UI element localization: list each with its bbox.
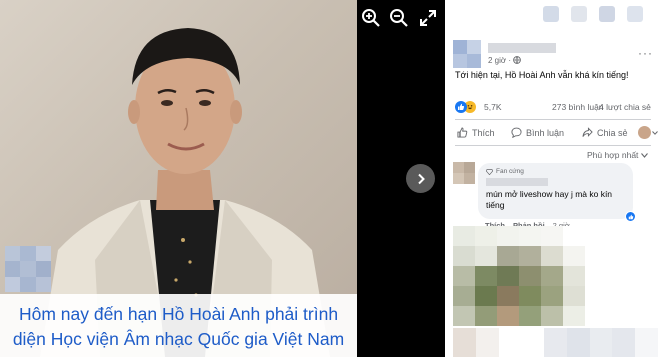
post-time-text: 2 giờ · [488,56,512,65]
share-icon [582,127,593,137]
post-stats: 5,7K 273 bình luận 4 lượt chia sẻ [455,101,655,115]
comment-like-badge[interactable] [625,211,636,222]
comment-button[interactable]: Bình luận [511,127,564,138]
more-options-button[interactable]: ··· [638,46,653,60]
share-label: Chia sẻ [597,127,628,138]
comment-sort-dropdown[interactable]: Phù hợp nhất [587,150,649,160]
blurred-comment-image [453,226,585,326]
chevron-down-icon [641,152,649,158]
chevron-down-icon[interactable] [652,131,658,135]
sort-label: Phù hợp nhất [587,150,639,160]
share-count[interactable]: 4 lượt chia sẻ [599,102,651,112]
commenter-name-redacted[interactable] [486,178,548,186]
like-reaction-icon[interactable] [455,101,467,113]
blurred-header-icons [543,6,643,22]
photo-viewer: Hôm nay đến hạn Hồ Hoài Anh phải trình d… [0,0,445,357]
caption-line-1: Hôm nay đến hạn Hồ Hoài Anh phải trình [18,304,339,324]
like-label: Thích [472,127,495,138]
divider [455,119,651,120]
author-avatar[interactable] [453,40,481,68]
next-photo-button[interactable] [406,164,435,193]
post-photo: Hôm nay đến hạn Hồ Hoài Anh phải trình d… [0,0,357,357]
divider [455,145,651,146]
comment-label: Bình luận [526,127,565,138]
post-side-panel: 2 giờ · ··· Tới hiện tại, Hồ Hoài Anh vẫ… [445,0,660,357]
thumbs-up-icon [457,127,468,138]
blurred-next-comment [453,328,658,357]
caption-line-2: diện Học viện Âm nhạc Quốc gia Việt Nam [12,329,345,349]
blurred-watermark-avatar [5,246,51,292]
photo-caption: Hôm nay đến hạn Hồ Hoài Anh phải trình d… [0,294,357,357]
chevron-right-icon [417,173,425,184]
comment-bubble: Fan cứng mún mở liveshow hay j mà ko kín… [478,163,633,219]
comment-icon [511,127,522,138]
post-text: Tới hiện tại, Hồ Hoài Anh vẫn khá kín ti… [455,70,629,80]
commenter-avatar[interactable] [453,162,475,184]
reaction-count[interactable]: 5,7K [484,102,502,112]
fullscreen-icon[interactable] [418,8,438,28]
share-button[interactable]: Chia sẻ [582,127,628,138]
thumbs-up-icon [628,214,633,219]
top-fan-badge: Fan cứng [486,168,625,175]
zoom-out-icon[interactable] [389,8,409,28]
comment-text: mún mở liveshow hay j mà ko kín tiếng [486,189,613,210]
comment-count[interactable]: 273 bình luận [552,102,604,112]
like-button[interactable]: Thích [457,127,495,138]
fan-badge-label: Fan cứng [496,168,524,175]
viewer-avatar[interactable] [638,126,651,139]
globe-icon [513,56,522,64]
post-timestamp[interactable]: 2 giờ · [488,56,522,65]
diamond-icon [486,168,493,175]
author-name-redacted[interactable] [488,43,556,53]
zoom-in-icon[interactable] [361,8,381,28]
